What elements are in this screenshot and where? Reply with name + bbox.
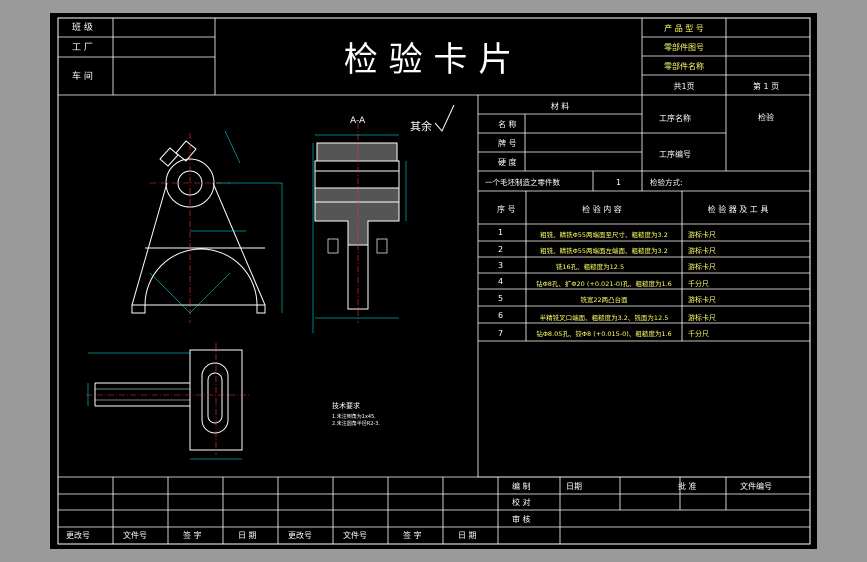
header-label-part-no: 零部件图号 bbox=[664, 42, 704, 52]
sign-label-check: 校 对 bbox=[512, 497, 531, 507]
section-label: A-A bbox=[350, 116, 366, 126]
bottom-label: 更改号 bbox=[66, 530, 90, 540]
batch-value: 1 bbox=[616, 178, 621, 187]
header-label-factory: 工 厂 bbox=[72, 42, 93, 53]
page-title: 检 验 卡 片 bbox=[344, 40, 512, 80]
header-label-class: 班 级 bbox=[72, 21, 93, 33]
row-content: 钻Φ8孔、扩Φ20 (+0.021-0)孔、粗糙度为1.6 bbox=[536, 279, 672, 288]
header-label-part-name: 零部件名称 bbox=[664, 61, 704, 71]
material-row-grade: 牌 号 bbox=[498, 138, 517, 148]
table-header-no: 序 号 bbox=[497, 204, 516, 214]
row-no: 3 bbox=[498, 261, 503, 270]
row-content: 钻Φ8.05孔、铰Φ8 (+0.015-0)、粗糙度为1.6 bbox=[536, 329, 671, 338]
sign-date-label: 日期 bbox=[566, 482, 582, 491]
page-total: 共1页 bbox=[673, 82, 694, 91]
fork-front-view bbox=[131, 140, 266, 314]
sign-label-compile: 编 制 bbox=[512, 481, 531, 491]
row-no: 1 bbox=[498, 228, 503, 237]
bottom-label: 日 期 bbox=[458, 531, 477, 540]
approve-label: 批 准 bbox=[678, 481, 697, 491]
section-a-a-view bbox=[314, 142, 400, 310]
bottom-label: 签 字 bbox=[403, 530, 422, 540]
row-content: 粗铣、精铣Φ55两端面至尺寸、粗糙度为3.2 bbox=[540, 230, 668, 239]
process-name-value: 检验 bbox=[758, 112, 774, 122]
bottom-label: 文件号 bbox=[343, 530, 367, 540]
table-row: 4 钻Φ8孔、扩Φ20 (+0.021-0)孔、粗糙度为1.6 千分尺 bbox=[498, 277, 709, 288]
tech-req-title: 技术要求 bbox=[332, 401, 360, 410]
batch-label: 一个毛坯制造之零件数 bbox=[485, 177, 560, 187]
bottom-label: 日 期 bbox=[238, 531, 257, 540]
row-content: 铣16孔、粗糙度为12.5 bbox=[556, 262, 624, 271]
header-label-workshop: 车 间 bbox=[72, 70, 93, 82]
row-content: 粗铣、精铣Φ55两端面左端面、粗糙度为3.2 bbox=[540, 246, 668, 255]
table-row: 7 钻Φ8.05孔、铰Φ8 (+0.015-0)、粗糙度为1.6 千分尺 bbox=[498, 329, 709, 338]
doc-no-label: 文件编号 bbox=[740, 481, 772, 491]
row-tool: 游标卡尺 bbox=[688, 262, 716, 271]
tech-req-item: 1.未注倒角为1x45. bbox=[332, 413, 376, 420]
table-header-tool: 检 验 器 及 工 具 bbox=[708, 204, 769, 214]
material-row-name: 名 称 bbox=[498, 119, 517, 129]
sign-label-review: 审 核 bbox=[512, 514, 531, 524]
row-tool: 游标卡尺 bbox=[688, 313, 716, 322]
material-row-hardness: 硬 度 bbox=[498, 157, 517, 167]
fork-top-view bbox=[94, 349, 243, 451]
row-no: 7 bbox=[498, 329, 503, 338]
tech-req-item: 2.未注圆角半径R2-3. bbox=[332, 420, 380, 427]
row-no: 6 bbox=[498, 311, 503, 320]
roughness-note: 其余 bbox=[410, 119, 432, 133]
material-header: 材 料 bbox=[551, 101, 570, 111]
table-row: 2 粗铣、精铣Φ55两端面左端面、粗糙度为3.2 游标卡尺 bbox=[498, 245, 716, 255]
page-current: 第 1 页 bbox=[753, 81, 779, 91]
bottom-label: 签 字 bbox=[183, 530, 202, 540]
cad-drawing: 班 级 工 厂 车 间 检 验 卡 片 产 品 型 号 零部件图号 零部件名称 … bbox=[57, 17, 811, 545]
drawing-sheet: 班 级 工 厂 车 间 检 验 卡 片 产 品 型 号 零部件图号 零部件名称 … bbox=[50, 13, 817, 549]
row-tool: 千分尺 bbox=[688, 279, 709, 288]
row-content: 铣宽22两凸台面 bbox=[580, 295, 628, 304]
table-row: 6 半精铣叉口端面、粗糙度为3.2、铣面为12.5 游标卡尺 bbox=[498, 311, 716, 322]
row-content: 半精铣叉口端面、粗糙度为3.2、铣面为12.5 bbox=[540, 313, 669, 322]
table-row: 5 铣宽22两凸台面 游标卡尺 bbox=[498, 294, 716, 304]
row-tool: 千分尺 bbox=[688, 329, 709, 338]
bottom-label: 文件号 bbox=[123, 530, 147, 540]
roughness-symbol-icon bbox=[434, 104, 455, 132]
process-name-label: 工序名称 bbox=[659, 113, 691, 123]
row-tool: 游标卡尺 bbox=[688, 246, 716, 255]
check-form-label: 检验方式: bbox=[650, 177, 683, 187]
row-tool: 游标卡尺 bbox=[688, 230, 716, 239]
table-row: 3 铣16孔、粗糙度为12.5 游标卡尺 bbox=[498, 261, 716, 271]
table-row: 1 粗铣、精铣Φ55两端面至尺寸、粗糙度为3.2 游标卡尺 bbox=[498, 228, 716, 239]
row-no: 2 bbox=[498, 245, 503, 254]
row-no: 4 bbox=[498, 277, 503, 286]
header-label-model: 产 品 型 号 bbox=[664, 23, 704, 33]
row-no: 5 bbox=[498, 294, 503, 303]
table-header-content: 检 验 内 容 bbox=[582, 204, 622, 214]
bottom-label: 更改号 bbox=[288, 530, 312, 540]
process-no-label: 工序编号 bbox=[659, 149, 691, 159]
row-tool: 游标卡尺 bbox=[688, 295, 716, 304]
